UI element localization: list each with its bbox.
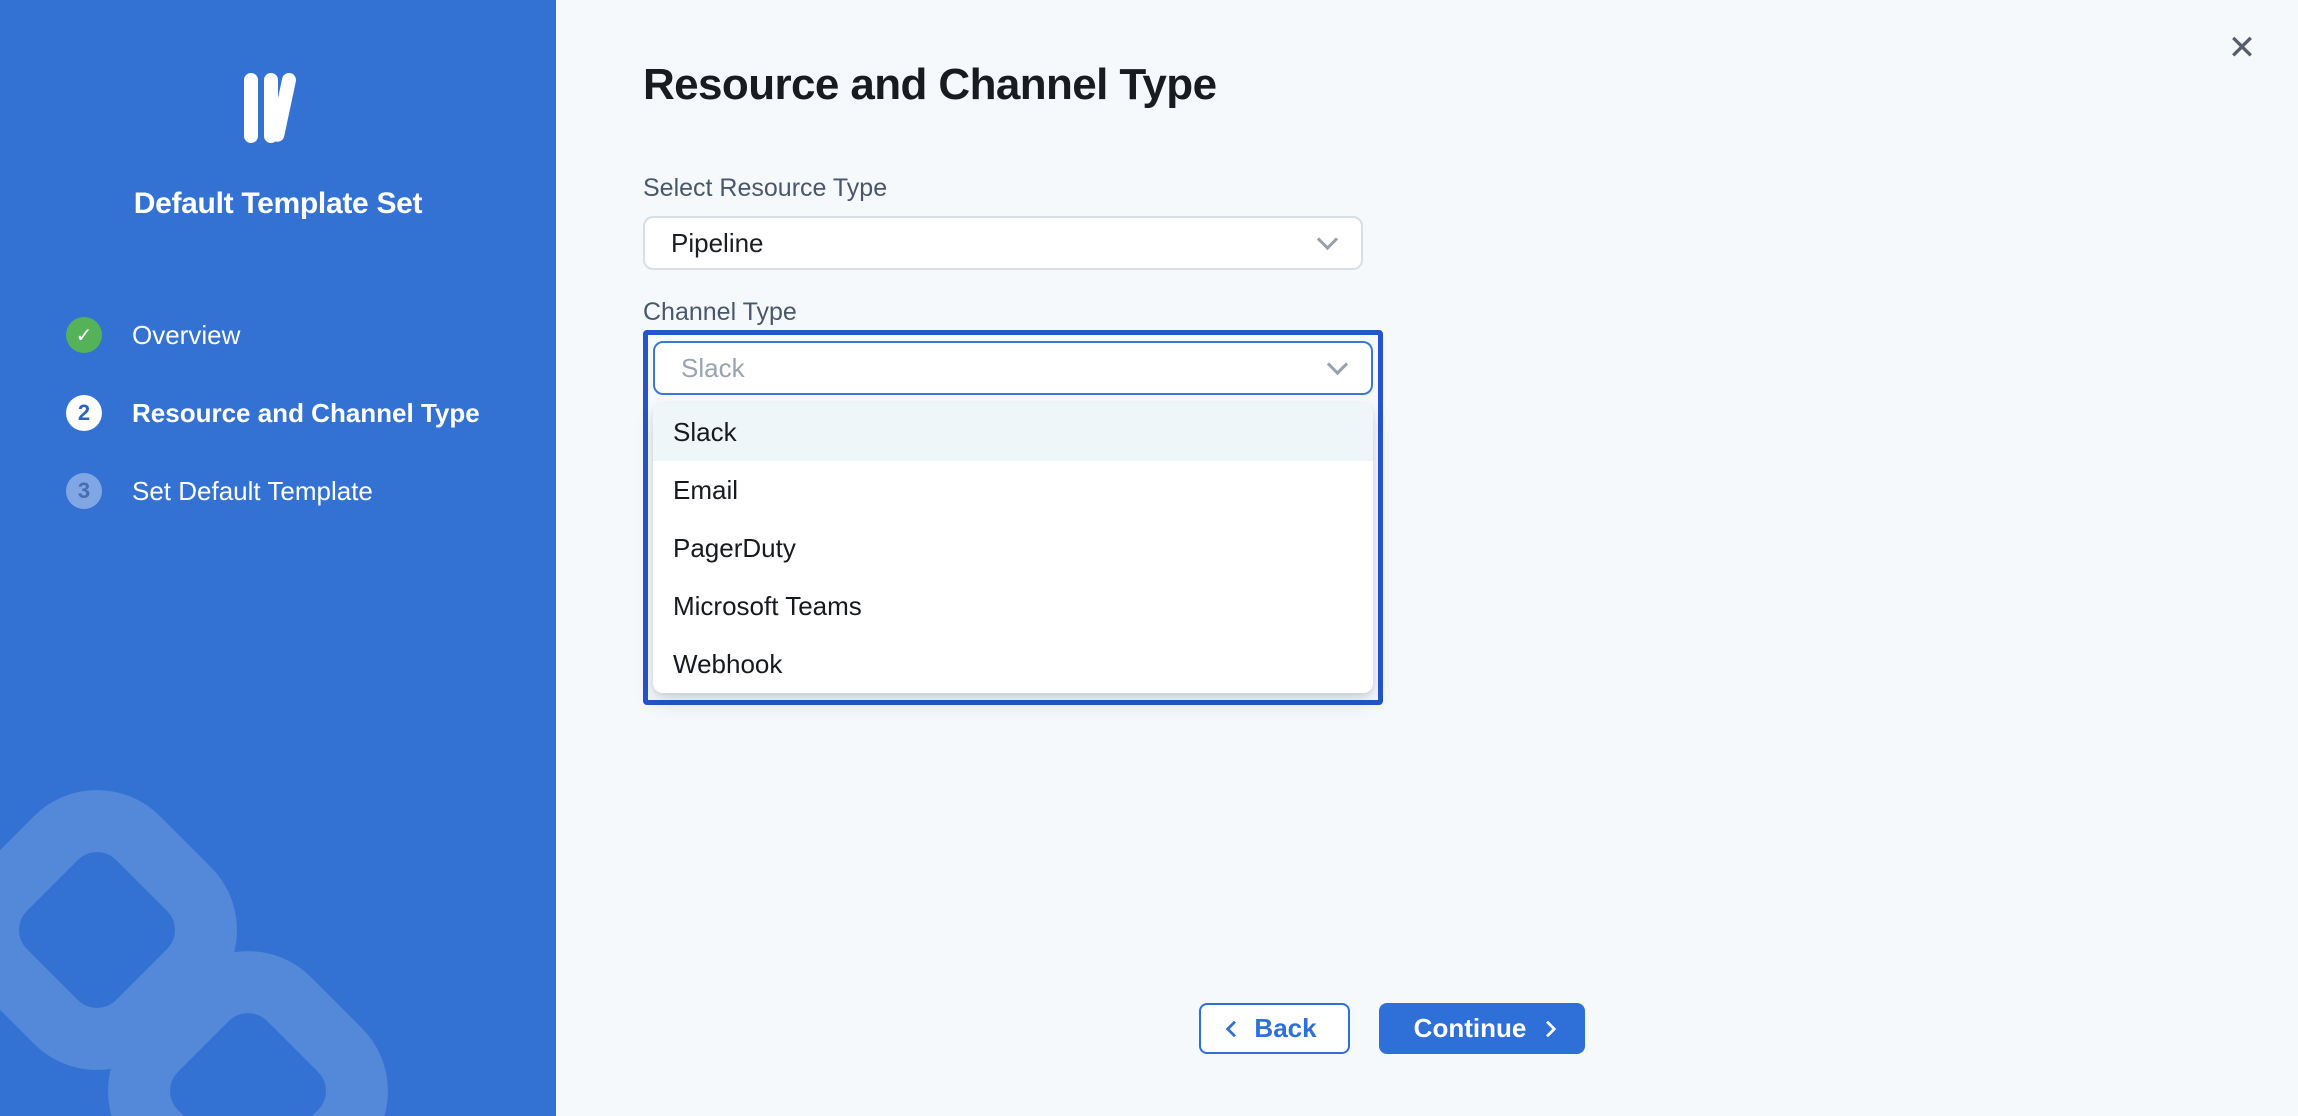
dropdown-option-microsoft-teams[interactable]: Microsoft Teams — [653, 577, 1373, 635]
dropdown-option-slack[interactable]: Slack — [653, 403, 1373, 461]
continue-button[interactable]: Continue — [1379, 1003, 1585, 1054]
step-set-default-template[interactable]: 3 Set Default Template — [66, 473, 508, 509]
dropdown-option-email[interactable]: Email — [653, 461, 1373, 519]
channel-type-focus-ring: Slack Slack Email PagerDuty Microsoft Te… — [643, 330, 1383, 705]
app-logo-icon — [243, 73, 313, 145]
step-resource-and-channel-type[interactable]: 2 Resource and Channel Type — [66, 395, 508, 431]
step-complete-check-icon: ✓ — [66, 317, 102, 353]
back-button-label: Back — [1254, 1013, 1316, 1044]
step-label: Set Default Template — [132, 476, 373, 507]
step-number-badge: 2 — [66, 395, 102, 431]
back-button[interactable]: Back — [1199, 1003, 1350, 1054]
dropdown-option-pagerduty[interactable]: PagerDuty — [653, 519, 1373, 577]
chevron-left-icon — [1226, 1020, 1243, 1037]
continue-button-label: Continue — [1414, 1013, 1527, 1044]
channel-type-select[interactable]: Slack — [653, 341, 1373, 395]
sidebar: Default Template Set ✓ Overview 2 Resour… — [0, 0, 556, 1116]
step-number-badge: 3 — [66, 473, 102, 509]
close-button[interactable]: ✕ — [2218, 24, 2266, 72]
close-icon: ✕ — [2228, 28, 2257, 68]
wizard-steps: ✓ Overview 2 Resource and Channel Type 3… — [48, 317, 508, 509]
step-overview[interactable]: ✓ Overview — [66, 317, 508, 353]
main-panel: ✕ Resource and Channel Type Select Resou… — [556, 0, 2298, 1116]
resource-type-label: Select Resource Type — [643, 174, 2298, 203]
channel-type-value: Slack — [681, 353, 1330, 384]
step-label: Resource and Channel Type — [132, 398, 480, 429]
watermark-pattern — [0, 686, 556, 1116]
page-title: Resource and Channel Type — [643, 60, 2298, 110]
wizard-modal: Default Template Set ✓ Overview 2 Resour… — [0, 0, 2298, 1116]
resource-type-value: Pipeline — [671, 228, 1320, 259]
channel-type-dropdown: Slack Email PagerDuty Microsoft Teams We… — [653, 403, 1373, 693]
dropdown-option-webhook[interactable]: Webhook — [653, 635, 1373, 693]
resource-type-select[interactable]: Pipeline — [643, 216, 1363, 270]
wizard-title: Default Template Set — [48, 187, 508, 221]
wizard-actions: Back Continue — [1199, 1003, 1585, 1054]
chevron-right-icon — [1540, 1020, 1557, 1037]
step-label: Overview — [132, 320, 240, 351]
chevron-down-icon — [1317, 229, 1338, 250]
chevron-down-icon — [1327, 354, 1348, 375]
channel-type-label: Channel Type — [643, 298, 2298, 327]
